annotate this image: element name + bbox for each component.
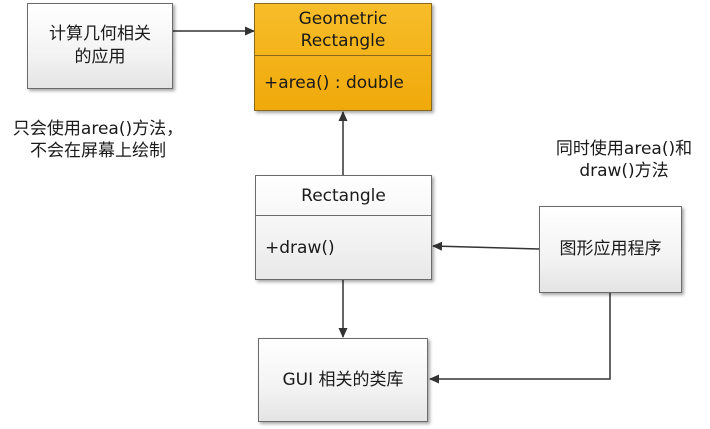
rectangle-method: +draw() [265,237,335,258]
rectangle-name: Rectangle [301,185,386,206]
rectangle-method-compartment: +draw() [256,216,431,279]
gui-library-label: GUI 相关的类库 [282,369,404,390]
graphics-app-note: 同时使用area()和 draw()方法 [555,139,693,181]
geometric-rectangle-method: +area() : double [264,73,404,93]
geometry-app-note: 只会使用area()方法， 不会在屏幕上绘制 [12,119,184,161]
graphics-app-box: 图形应用程序 [539,206,682,293]
geometric-rectangle-method-compartment: +area() : double [255,56,431,110]
geometric-rectangle-name: Geometric Rectangle [298,8,388,51]
graphics-app-label: 图形应用程序 [559,239,662,259]
geometry-app-box: 计算几何相关 的应用 [27,3,173,89]
gui-library-box: GUI 相关的类库 [258,338,428,422]
rectangle-class: Rectangle +draw() [255,175,432,280]
geometric-rectangle-class: Geometric Rectangle +area() : double [254,3,432,111]
arrow-graphics-app-to-gui-library [429,293,611,384]
geometry-app-label: 计算几何相关 的应用 [49,24,151,67]
geometric-rectangle-name-compartment: Geometric Rectangle [255,4,431,56]
rectangle-name-compartment: Rectangle [256,176,431,216]
arrow-graphics-app-to-rectangle [432,241,540,251]
